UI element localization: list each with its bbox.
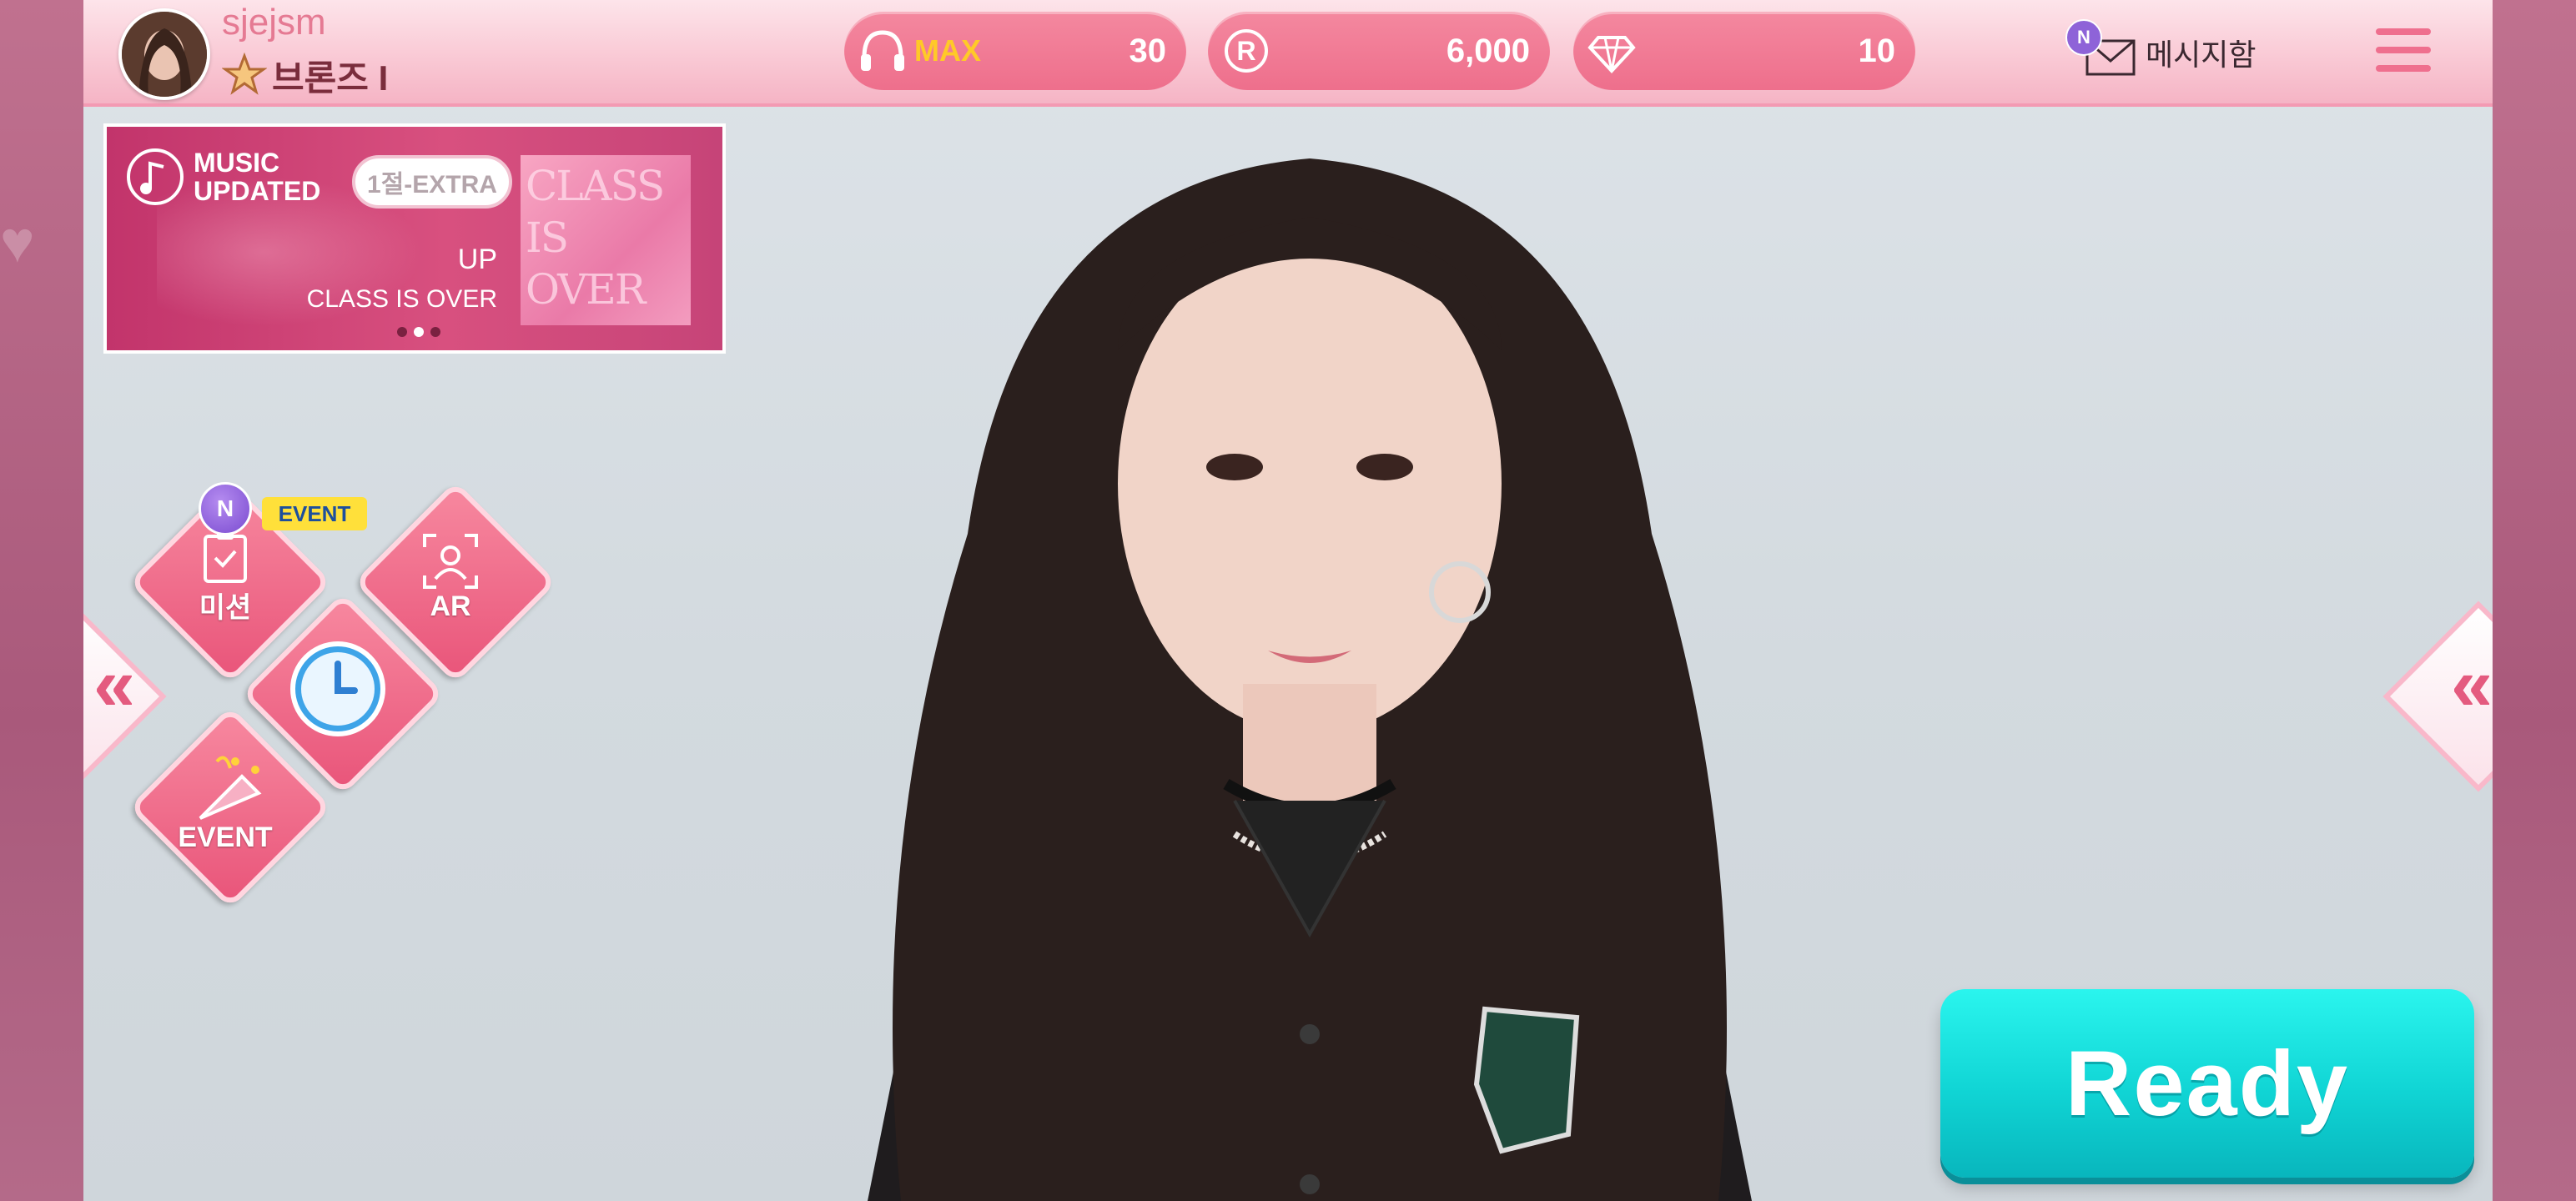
banner-pagination — [397, 327, 440, 337]
diamond-counter[interactable]: 10 — [1573, 12, 1915, 90]
album-cover-text: CLASS IS OVER — [526, 162, 665, 314]
stamina-counter[interactable]: MAX 30 — [844, 12, 1186, 90]
rank-display: 브론즈 I — [222, 52, 388, 98]
extra-tag: 1절-EXTRA — [352, 155, 512, 209]
ready-button[interactable]: Ready — [1940, 989, 2474, 1178]
music-note-icon — [127, 148, 184, 205]
double-chevron-left-icon[interactable]: « — [2451, 642, 2493, 728]
player-avatar[interactable] — [118, 8, 210, 100]
album-cover: CLASS IS OVER — [521, 155, 691, 325]
top-bar: sjejsm 브론즈 I MAX 30 R 6,000 10 N 메시지함 — [83, 0, 2493, 107]
right-side-background — [2493, 0, 2576, 1201]
rank-label: 브론즈 I — [272, 58, 389, 98]
diamond-icon — [1587, 36, 1636, 73]
double-chevron-left-icon[interactable]: « — [93, 642, 135, 728]
banner-song-title: CLASS IS OVER — [306, 285, 497, 313]
message-box-button[interactable]: N 메시지함 — [2065, 19, 2257, 82]
rank-star-icon — [222, 53, 267, 95]
music-update-banner[interactable]: MUSIC UPDATED 1절-EXTRA UP CLASS IS OVER … — [103, 123, 726, 354]
mission-new-badge: N — [199, 482, 252, 535]
ar-person-icon — [423, 533, 478, 589]
mission-event-tag: EVENT — [262, 497, 367, 530]
headphones-icon — [861, 30, 904, 71]
hamburger-menu-icon[interactable] — [2376, 28, 2431, 73]
envelope-icon: N — [2065, 19, 2139, 79]
heart-decoration: ♥ — [0, 209, 35, 274]
ready-label: Ready — [2065, 1032, 2350, 1135]
username: sjejsm — [222, 2, 326, 43]
banner-dot[interactable] — [430, 327, 440, 337]
music-updated-label: MUSIC UPDATED — [194, 148, 321, 206]
game-stage: sjejsm 브론즈 I MAX 30 R 6,000 10 N 메시지함 MU… — [83, 0, 2493, 1201]
banner-dot-active[interactable] — [414, 327, 424, 337]
coin-counter[interactable]: R 6,000 — [1208, 12, 1550, 90]
stamina-value: 30 — [1129, 32, 1167, 69]
ar-label: AR — [430, 590, 471, 622]
event-label: EVENT — [178, 821, 273, 853]
party-popper-icon — [199, 756, 262, 820]
left-side-background: ♥ — [0, 0, 83, 1201]
message-box-label: 메시지함 — [2146, 38, 2257, 72]
message-new-badge: N — [2065, 19, 2102, 56]
event-button-content[interactable]: EVENT — [133, 711, 317, 894]
coin-value: 6,000 — [1446, 32, 1530, 69]
banner-dot[interactable] — [397, 327, 407, 337]
diamond-value: 10 — [1858, 32, 1896, 69]
r-coin-icon: R — [1225, 29, 1268, 73]
stamina-max-tag: MAX — [914, 33, 981, 68]
idol-portrait — [868, 158, 1752, 1201]
banner-up-label: UP — [457, 244, 497, 275]
checklist-icon — [204, 530, 247, 583]
svg-text:R: R — [1236, 36, 1255, 66]
mission-label: 미션 — [199, 591, 252, 624]
